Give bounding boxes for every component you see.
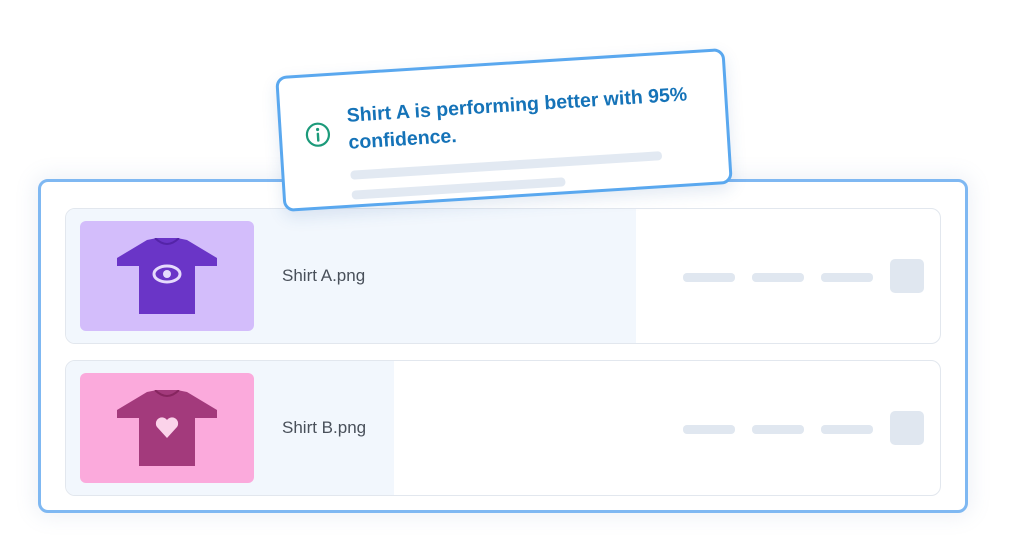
info-icon — [305, 122, 331, 147]
variant-filename: Shirt A.png — [282, 266, 366, 285]
placeholder-bar — [752, 273, 804, 282]
notification-toast[interactable]: Shirt A is performing better with 95% co… — [275, 48, 733, 212]
placeholder-bar — [752, 425, 804, 434]
variant-row-shirt-a[interactable]: Shirt A.png — [65, 208, 941, 344]
row-action-button[interactable] — [890, 411, 924, 445]
placeholder-line — [350, 151, 663, 180]
placeholder-bar — [683, 273, 735, 282]
placeholder-bar — [821, 425, 873, 434]
placeholder-bar — [683, 425, 735, 434]
tshirt-heart-icon — [117, 390, 217, 466]
row-action-button[interactable] — [890, 259, 924, 293]
placeholder-bar — [821, 273, 873, 282]
variants-panel: Shirt A.png Shirt B.png — [38, 179, 968, 513]
variant-filename: Shirt B.png — [282, 418, 367, 437]
variant-row-shirt-b[interactable]: Shirt B.png — [65, 360, 941, 496]
notification-message: Shirt A is performing better with 95% co… — [346, 83, 688, 154]
variant-thumbnail — [80, 373, 254, 483]
tshirt-eye-icon — [117, 238, 217, 314]
variant-thumbnail — [80, 221, 254, 331]
